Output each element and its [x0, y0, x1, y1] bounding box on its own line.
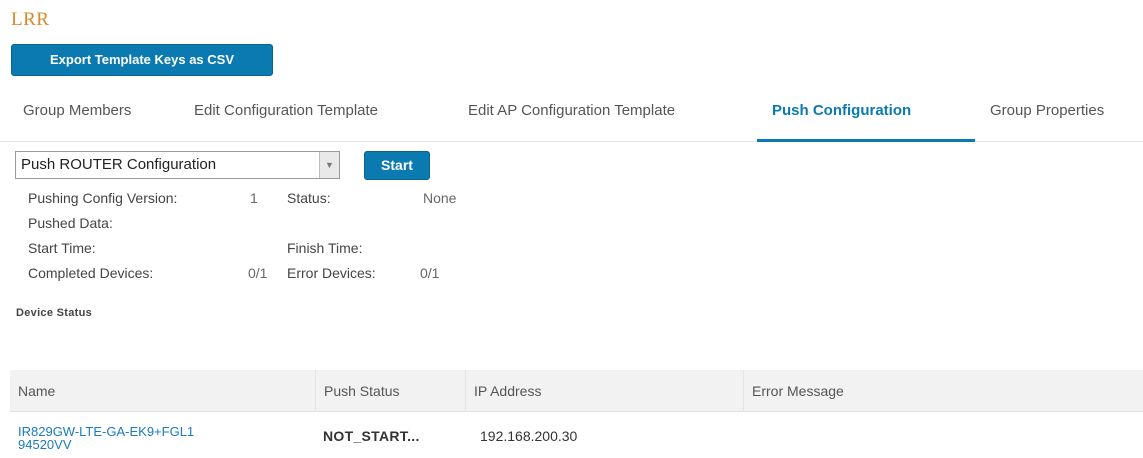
device-name-link[interactable]: IR829GW-LTE-GA-EK9+FGL194520VV: [10, 412, 200, 458]
start-button[interactable]: Start: [364, 151, 430, 180]
chevron-down-icon[interactable]: ▼: [319, 152, 339, 178]
pushing-version-value: 1: [250, 190, 258, 206]
error-message-cell: [743, 412, 751, 458]
column-header-name[interactable]: Name: [10, 370, 315, 412]
completed-devices-label: Completed Devices:: [28, 265, 154, 281]
ip-address-cell: 192.168.200.30: [480, 428, 578, 444]
push-type-select-value: Push ROUTER Configuration: [21, 156, 217, 173]
completed-devices-value: 0/1: [248, 265, 268, 281]
pushing-version-label: Pushing Config Version:: [28, 190, 178, 206]
column-header-error-message[interactable]: Error Message: [743, 370, 1143, 412]
push-configuration-page: LRR Export Template Keys as CSV Group Me…: [0, 0, 1143, 458]
tab-push-configuration[interactable]: Push Configuration: [757, 92, 975, 142]
table-header: Name Push Status IP Address Error Messag…: [10, 370, 1143, 412]
push-type-select[interactable]: Push ROUTER Configuration ▼: [15, 151, 340, 179]
group-name: LRR: [11, 9, 50, 30]
status-value: None: [423, 190, 457, 206]
push-status-cell: NOT_START...: [323, 428, 420, 444]
tab-group-properties[interactable]: Group Properties: [990, 92, 1104, 142]
tab-edit-ap-configuration-template[interactable]: Edit AP Configuration Template: [468, 92, 675, 142]
export-template-keys-button[interactable]: Export Template Keys as CSV: [11, 44, 273, 76]
status-label: Status:: [287, 190, 331, 206]
finish-time-label: Finish Time:: [287, 240, 363, 256]
pushed-data-label: Pushed Data:: [28, 215, 113, 231]
device-status-table: Name Push Status IP Address Error Messag…: [10, 370, 1143, 458]
start-time-label: Start Time:: [28, 240, 96, 256]
error-devices-value: 0/1: [420, 265, 440, 281]
tab-edit-configuration-template[interactable]: Edit Configuration Template: [194, 92, 378, 142]
column-header-ip-address[interactable]: IP Address: [465, 370, 743, 412]
tab-group-members[interactable]: Group Members: [23, 92, 131, 142]
error-devices-label: Error Devices:: [287, 265, 376, 281]
tab-bar: Group Members Edit Configuration Templat…: [0, 92, 1143, 142]
column-header-push-status[interactable]: Push Status: [315, 370, 465, 412]
device-status-title: Device Status: [16, 307, 93, 319]
table-row[interactable]: IR829GW-LTE-GA-EK9+FGL194520VV NOT_START…: [10, 412, 1143, 458]
